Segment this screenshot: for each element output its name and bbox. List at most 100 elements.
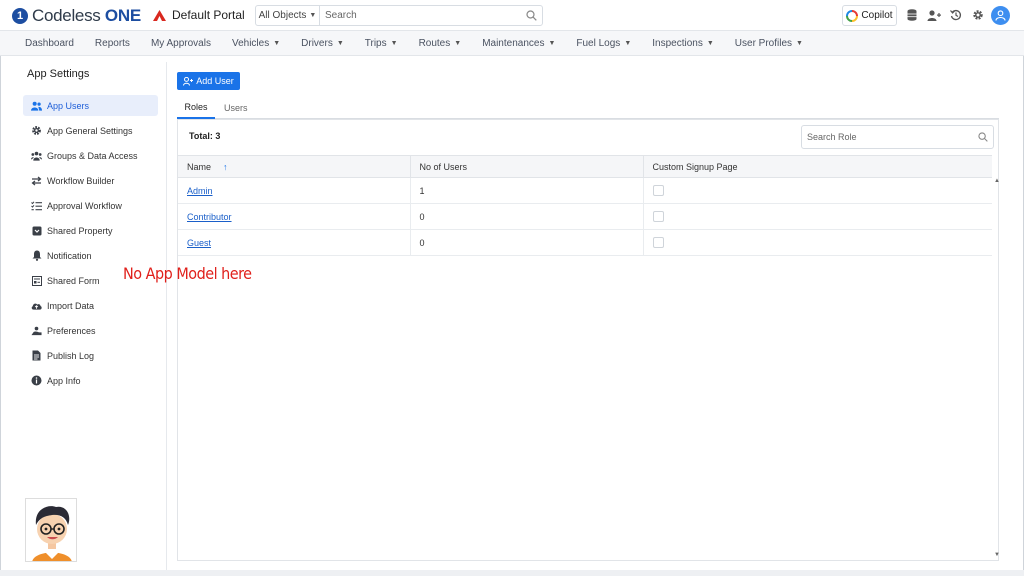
database-icon[interactable] [905,7,919,23]
main-content: Add User Roles Users Total: 3 Name ↑ No o… [167,62,1009,570]
role-name-cell: Guest [178,229,411,256]
nav-item-vehicles[interactable]: Vehicles ▼ [232,38,280,49]
sidebar-item-label: Import Data [47,300,95,311]
user-count-cell: 1 [410,177,644,204]
nav-item-drivers[interactable]: Drivers ▼ [301,38,344,49]
sidebar-item-label: Groups & Data Access [47,150,138,161]
chevron-down-icon: ▼ [390,39,398,47]
column-header-name-label: Name [187,161,212,172]
add-user-label: Add User [196,76,234,86]
global-search-group: All Objects ▼ [255,5,543,26]
tab-users[interactable]: Users [224,96,248,119]
shared-box-icon [31,225,42,236]
copilot-label: Copilot [861,10,893,21]
sidebar-item-label: Workflow Builder [47,175,115,186]
users-icon [31,100,42,111]
sidebar-item-publish-log[interactable]: Publish Log [23,345,158,366]
user-count-cell: 0 [410,229,644,256]
nav-item-my-approvals[interactable]: My Approvals [151,38,211,49]
portal-switcher[interactable]: Default Portal [153,8,245,22]
nav-item-label: Inspections [652,37,703,49]
custom-signup-checkbox[interactable] [652,237,664,249]
table-row[interactable]: Admin 1 [178,177,992,204]
nav-item-label: My Approvals [150,37,211,49]
nav-item-label: Fuel Logs [576,37,621,49]
sidebar-item-label: Preferences [47,325,96,336]
copilot-button[interactable]: Copilot [842,5,897,26]
nav-item-dashboard[interactable]: Dashboard [25,38,74,49]
column-header-name[interactable]: Name ↑ [178,155,411,178]
portal-name: Default Portal [172,8,245,22]
role-search-input[interactable] [802,132,973,142]
scroll-down-arrow-icon[interactable]: ▼ [994,552,1000,558]
sidebar-item-label: App Info [47,375,81,386]
assistant-mascot-image[interactable] [25,498,77,562]
groups-icon [31,150,42,161]
total-count: Total: 3 [189,131,221,141]
sidebar-item-notification[interactable]: Notification [23,245,158,266]
role-name-link[interactable]: Guest [187,238,211,248]
sidebar-item-app-general-settings[interactable]: App General Settings [23,120,158,141]
chevron-down-icon: ▼ [454,39,462,47]
column-header-signup[interactable]: Custom Signup Page [643,155,992,178]
sidebar-item-shared-property[interactable]: Shared Property [23,220,158,241]
sidebar-item-label: App General Settings [47,125,133,136]
role-name-link[interactable]: Contributor [187,212,232,222]
chevron-down-icon: ▼ [706,39,714,47]
nav-item-label: Drivers [301,37,333,49]
gear-icon[interactable] [971,7,985,23]
role-name-link[interactable]: Admin [187,186,213,196]
nav-item-label: Vehicles [231,37,270,49]
document-icon [31,350,42,361]
chevron-down-icon: ▼ [624,39,632,47]
search-icon[interactable] [520,6,542,25]
add-user-button[interactable]: Add User [177,72,240,90]
nav-item-trips[interactable]: Trips ▼ [365,38,398,49]
nav-item-routes[interactable]: Routes ▼ [419,38,462,49]
table-row[interactable]: Guest 0 [178,229,992,256]
nav-item-fuel-logs[interactable]: Fuel Logs ▼ [576,38,631,49]
brand-suffix: ONE [104,6,141,25]
tab-roles[interactable]: Roles [177,96,215,119]
role-name-cell: Admin [178,177,411,204]
sidebar-item-app-info[interactable]: App Info [23,370,158,391]
sidebar-item-import-data[interactable]: Import Data [23,295,158,316]
history-icon[interactable] [949,7,963,23]
custom-signup-checkbox[interactable] [652,185,664,197]
sidebar-item-workflow-builder[interactable]: Workflow Builder [23,170,158,191]
sort-ascending-icon[interactable]: ↑ [223,162,228,172]
search-scope-select[interactable]: All Objects ▼ [256,6,320,25]
column-header-users[interactable]: No of Users [410,155,644,178]
custom-signup-cell [643,177,992,204]
sidebar-item-groups-and-data-access[interactable]: Groups & Data Access [23,145,158,166]
user-count-cell: 0 [410,203,644,230]
sidebar-item-label: App Users [47,100,90,111]
roles-panel: Total: 3 Name ↑ No of Users Custom Signup… [177,119,1000,561]
app-logo[interactable]: 1 Codeless ONE [12,6,141,26]
sidebar-title: App Settings [27,68,90,80]
search-icon[interactable] [973,132,993,142]
user-avatar-icon[interactable] [991,6,1010,25]
nav-item-maintenances[interactable]: Maintenances ▼ [482,38,555,49]
table-header-row: Name ↑ No of Users Custom Signup Page [178,155,992,178]
sidebar-item-label: Shared Property [47,225,113,236]
checklist-icon [31,200,42,211]
add-user-icon[interactable] [927,7,941,23]
nav-item-inspections[interactable]: Inspections ▼ [652,38,714,49]
portal-icon [153,9,166,21]
table-row[interactable]: Contributor 0 [178,203,992,230]
sidebar-item-app-users[interactable]: App Users [23,95,158,116]
nav-item-reports[interactable]: Reports [95,38,130,49]
sidebar-item-label: Publish Log [47,350,95,361]
sidebar-item-preferences[interactable]: Preferences [23,320,158,341]
global-search-input[interactable] [320,6,520,25]
main-nav: Dashboard Reports My Approvals Vehicles ▼ Dri… [0,31,1024,56]
sidebar-item-approval-workflow[interactable]: Approval Workflow [23,195,158,216]
nav-item-label: Routes [418,37,451,49]
nav-item-user-profiles[interactable]: User Profiles ▼ [735,38,803,49]
sidebar-item-label: Approval Workflow [47,200,122,211]
scroll-up-arrow-icon[interactable]: ▲ [994,178,1000,184]
sidebar-item-label: Notification [47,250,92,261]
roles-table: Name ↑ No of Users Custom Signup Page Adm… [178,155,992,256]
custom-signup-checkbox[interactable] [652,211,664,223]
